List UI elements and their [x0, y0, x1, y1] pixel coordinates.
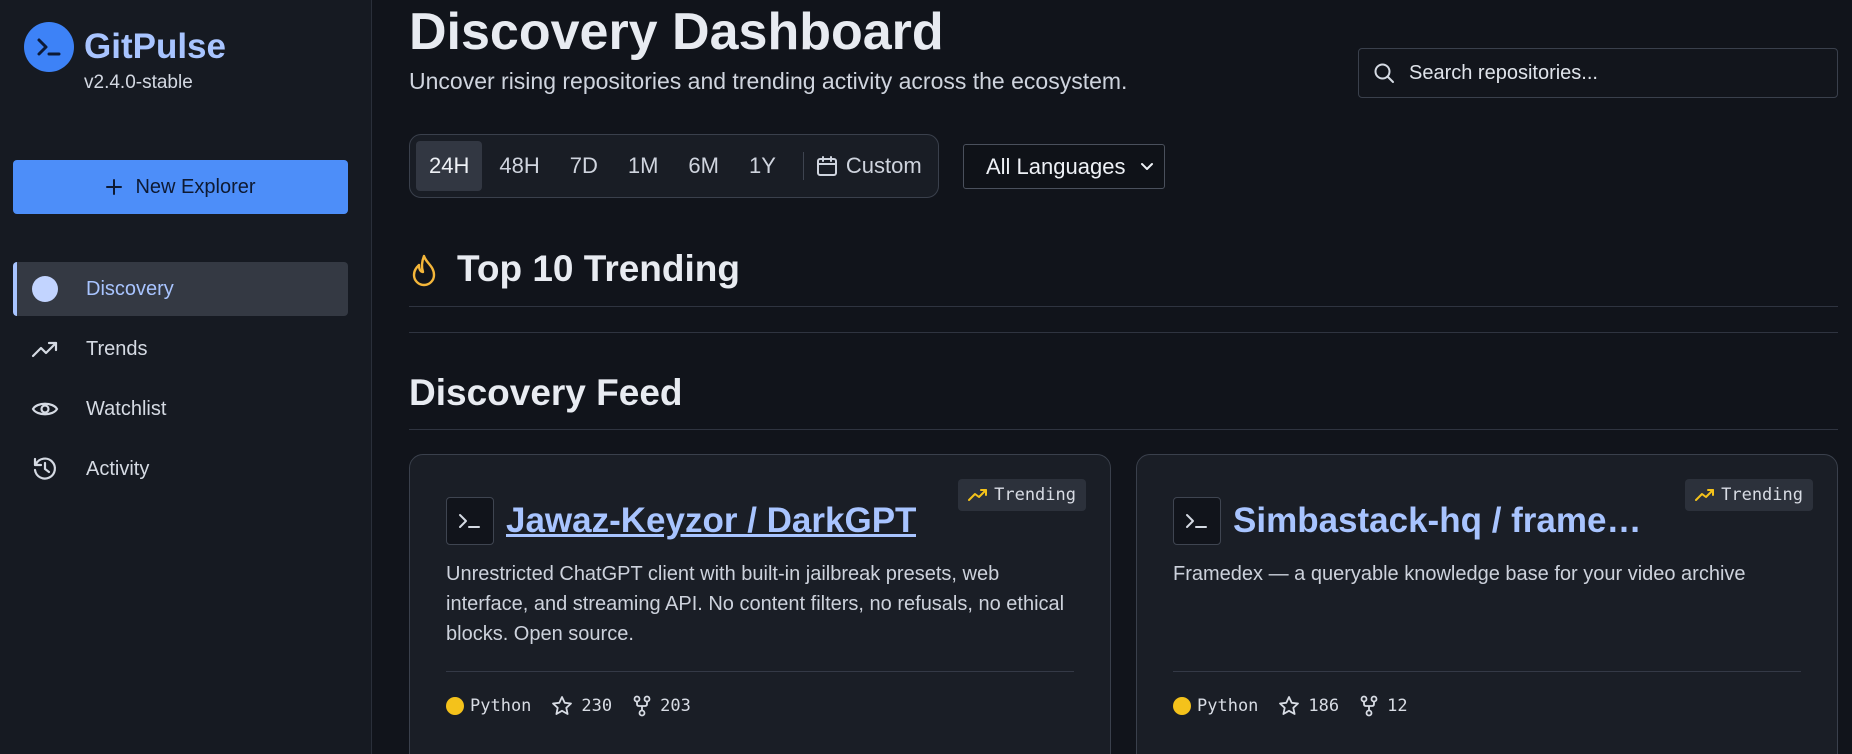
trending-up-icon [968, 489, 988, 501]
chevron-down-icon [1141, 163, 1153, 170]
repo-language-label: Python [470, 696, 532, 716]
repo-meta: Python 186 12 [1173, 695, 1428, 717]
repo-name-link[interactable]: Jawaz-Keyzor / DarkGPT [506, 501, 916, 541]
main-content: Discovery Dashboard Uncover rising repos… [372, 0, 1852, 754]
feed-divider [409, 429, 1838, 430]
time-range-selector: 24H 48H 7D 1M 6M 1Y Custom [409, 134, 939, 198]
repo-stars-count: 186 [1308, 696, 1340, 716]
trending-top-divider [409, 306, 1838, 307]
search-box[interactable] [1358, 48, 1838, 98]
terminal-icon [446, 497, 494, 545]
repo-language: Python [1173, 696, 1258, 716]
repo-forks-count: 203 [660, 696, 691, 716]
language-dot-icon [1173, 697, 1191, 715]
custom-range-label: Custom [845, 153, 922, 178]
repo-stars[interactable]: 230 [551, 695, 612, 717]
terminal-logo-icon [24, 22, 74, 72]
page-title: Discovery Dashboard [409, 3, 944, 61]
repo-card[interactable]: Trending Simbastack-hq / frame… Framedex… [1136, 454, 1838, 754]
new-explorer-label: New Explorer [135, 175, 256, 198]
language-select[interactable]: All Languages [963, 144, 1165, 189]
fork-icon [633, 695, 651, 717]
trending-section-title: Top 10 Trending [457, 248, 740, 289]
custom-range-button[interactable]: Custom [816, 153, 922, 179]
repo-forks[interactable]: 203 [632, 695, 691, 717]
fork-icon [1360, 695, 1378, 717]
repo-stars-count: 230 [581, 696, 613, 716]
repo-stars[interactable]: 186 [1278, 695, 1339, 717]
repo-card[interactable]: Trending Jawaz-Keyzor / DarkGPT Unrestri… [409, 454, 1111, 754]
eye-icon [30, 394, 60, 424]
range-7d-button[interactable]: 7D [557, 141, 611, 191]
repo-forks-count: 12 [1387, 696, 1408, 716]
history-icon [30, 454, 60, 484]
card-divider [1173, 671, 1801, 672]
trending-badge-label: Trending [994, 485, 1076, 505]
repo-language: Python [446, 696, 531, 716]
terminal-icon [1173, 497, 1221, 545]
search-input[interactable] [1409, 61, 1829, 85]
sidebar-item-label: Activity [86, 457, 150, 480]
plus-icon [106, 179, 123, 195]
repo-name-link[interactable]: Simbastack-hq / frame… [1233, 501, 1641, 541]
range-24h-button[interactable]: 24H [416, 141, 483, 191]
sidebar-item-activity[interactable]: Activity [13, 442, 348, 496]
range-1m-button[interactable]: 1M [615, 141, 672, 191]
range-48h-button[interactable]: 48H [486, 141, 552, 191]
language-select-value: All Languages [986, 153, 1126, 179]
flame-icon [412, 254, 436, 287]
new-explorer-button[interactable]: New Explorer [13, 160, 348, 214]
sidebar-item-discovery[interactable]: Discovery [13, 262, 348, 316]
trending-up-icon [1695, 489, 1715, 501]
trending-bottom-divider [409, 332, 1838, 333]
brand[interactable]: GitPulse v2.4.0-stable [24, 22, 226, 94]
repo-description: Framedex — a queryable knowledge base fo… [1173, 563, 1746, 585]
repo-forks[interactable]: 12 [1359, 695, 1408, 717]
language-dot-icon [446, 697, 464, 715]
page-subtitle: Uncover rising repositories and trending… [409, 68, 1128, 94]
range-1y-button[interactable]: 1Y [736, 141, 789, 191]
sidebar-item-label: Watchlist [86, 397, 167, 420]
card-divider [446, 671, 1074, 672]
trending-badge-label: Trending [1721, 485, 1803, 505]
sidebar-nav: Discovery Trends Watchlist Activity [13, 262, 348, 502]
sidebar-item-label: Discovery [86, 277, 174, 300]
dot-icon [30, 274, 60, 304]
trending-up-icon [30, 334, 60, 364]
sidebar-item-label: Trends [86, 337, 148, 360]
range-divider [802, 152, 804, 180]
range-6m-button[interactable]: 6M [675, 141, 732, 191]
repo-language-label: Python [1197, 696, 1259, 716]
calendar-icon [816, 156, 837, 176]
sidebar-item-watchlist[interactable]: Watchlist [13, 382, 348, 436]
repo-meta: Python 230 203 [446, 695, 711, 717]
trending-badge: Trending [958, 479, 1086, 511]
sidebar-item-trends[interactable]: Trends [13, 322, 348, 376]
sidebar: GitPulse v2.4.0-stable New Explorer Disc… [0, 0, 372, 754]
repo-description: Unrestricted ChatGPT client with built-i… [446, 563, 1065, 645]
trending-badge: Trending [1685, 479, 1813, 511]
star-icon [552, 696, 573, 715]
search-icon [1374, 63, 1394, 83]
app-name: GitPulse [84, 27, 226, 66]
app-version: v2.4.0-stable [84, 72, 193, 93]
feed-section-title: Discovery Feed [409, 372, 683, 413]
star-icon [1279, 696, 1300, 715]
